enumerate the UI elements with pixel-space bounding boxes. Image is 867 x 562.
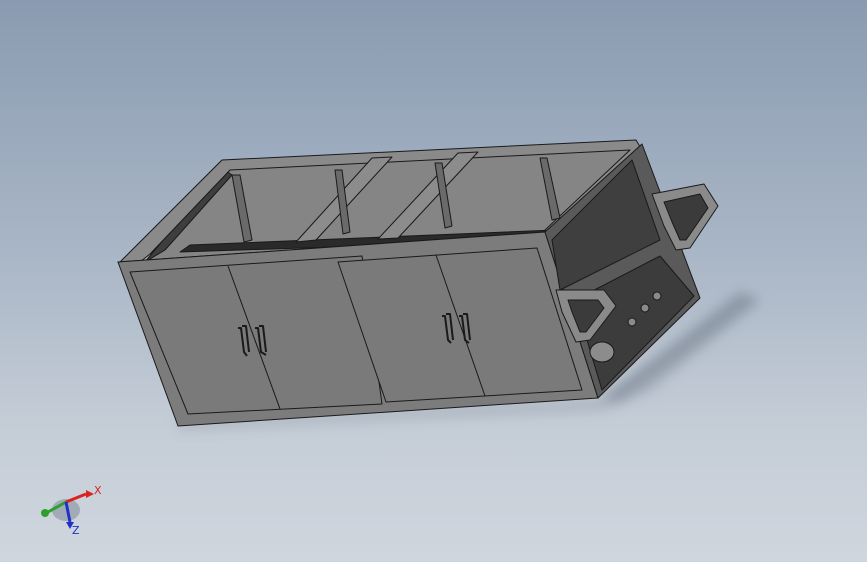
axis-triad: X Z bbox=[30, 482, 110, 542]
side-hole-1 bbox=[627, 317, 637, 327]
cabinet-model[interactable] bbox=[0, 0, 867, 562]
x-axis-line bbox=[65, 492, 87, 504]
y-axis-arrow-icon bbox=[41, 509, 49, 517]
cad-viewport[interactable]: X Z bbox=[0, 0, 867, 562]
z-axis-label: Z bbox=[72, 524, 80, 537]
x-axis-arrow-icon bbox=[86, 490, 94, 498]
side-hole-2 bbox=[640, 303, 650, 313]
x-axis-label: X bbox=[94, 484, 102, 497]
side-hole-3 bbox=[652, 291, 662, 301]
side-caster bbox=[589, 341, 615, 363]
